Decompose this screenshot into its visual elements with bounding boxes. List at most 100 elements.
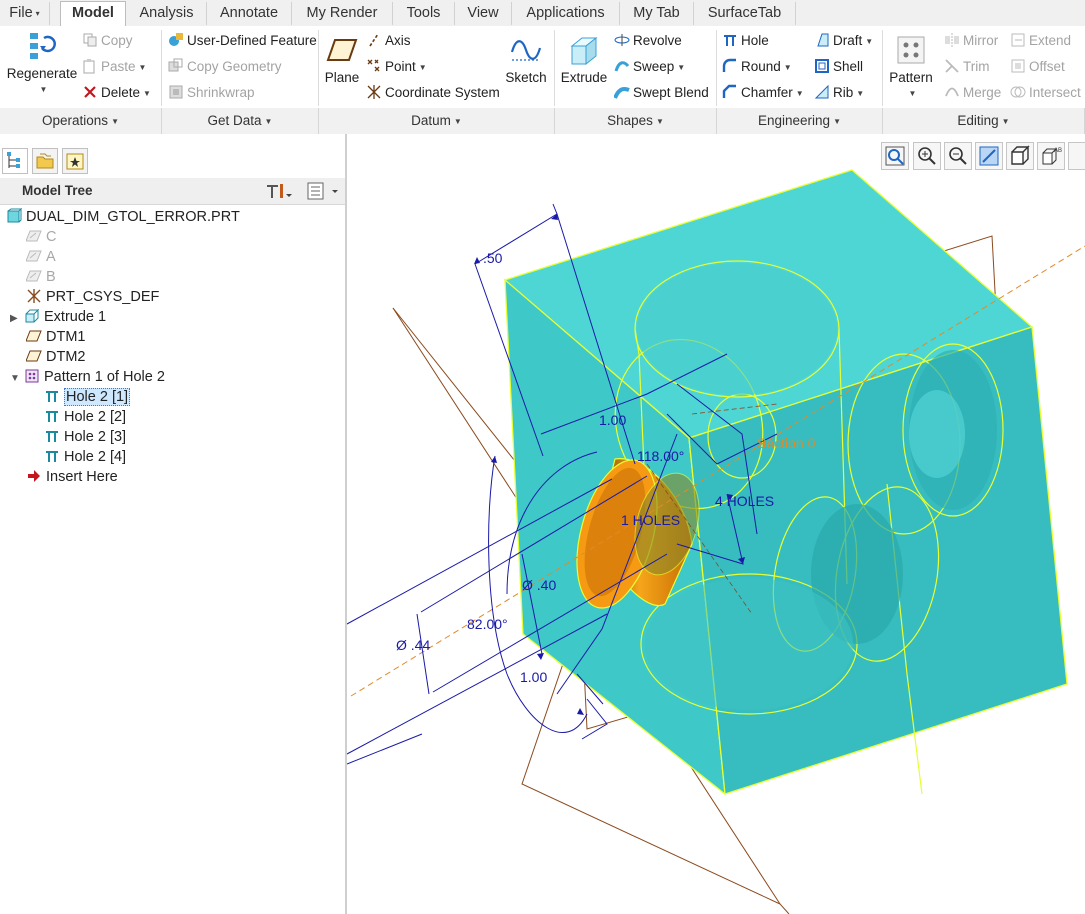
star-icon (66, 153, 84, 170)
extrude-button[interactable]: Extrude (558, 34, 610, 85)
pattern-icon (897, 36, 925, 64)
sweep-icon (614, 61, 630, 72)
regenerate-button[interactable]: Regenerate ▼ (6, 30, 78, 96)
revolve-button[interactable]: Revolve (614, 32, 682, 48)
insert-arrow-icon (28, 470, 40, 482)
model-canvas[interactable]: .50 1.00 118.00° Section 0 1 HOLES 4 HOL… (347, 134, 1085, 914)
sketch-button[interactable]: Sketch (503, 34, 549, 85)
intersect-button[interactable]: Intersect (1010, 84, 1081, 100)
extend-icon (1011, 33, 1025, 47)
sweep-button[interactable]: Sweep ▼ (614, 58, 685, 74)
tree-item-insert-here[interactable]: Insert Here (26, 467, 118, 487)
shell-icon (815, 59, 829, 73)
tree-item-extrude[interactable]: ▶ Extrude 1 (10, 307, 106, 327)
tree-show-button[interactable] (306, 182, 340, 209)
tab-file[interactable]: File ▾ (0, 2, 50, 25)
tree-item-csys[interactable]: PRT_CSYS_DEF (26, 287, 159, 307)
plane-button[interactable]: Plane (322, 34, 362, 85)
tab-surface-tab[interactable]: SurfaceTab (694, 2, 796, 25)
dim-82[interactable]: 82.00° (467, 616, 508, 632)
tab-my-tab[interactable]: My Tab (620, 2, 694, 25)
dim-1-00-top[interactable]: 1.00 (599, 412, 626, 428)
dim-50[interactable]: .50 (483, 250, 503, 266)
copy-geometry-button[interactable]: Copy Geometry (168, 58, 282, 74)
paste-icon (83, 59, 95, 74)
folder-icon (36, 153, 54, 169)
hole-icon (724, 35, 736, 46)
hole-button[interactable]: Hole (722, 32, 769, 48)
group-get-data[interactable]: Get Data ▼ (162, 108, 319, 134)
tab-applications[interactable]: Applications (512, 2, 620, 25)
tree-item-hole-3[interactable]: Hole 2 [3] (44, 427, 126, 447)
tree-item-datum-c[interactable]: C (26, 227, 56, 247)
paste-button[interactable]: Paste ▼ (82, 58, 146, 74)
hole-icon (46, 451, 58, 462)
datum-plane-icon (26, 270, 42, 282)
round-button[interactable]: Round ▼ (722, 58, 792, 74)
holes-4-note[interactable]: 4 HOLES (715, 493, 774, 509)
tree-item-datum-a[interactable]: A (26, 247, 56, 267)
group-engineering[interactable]: Engineering ▼ (717, 108, 883, 134)
tab-analysis[interactable]: Analysis (127, 2, 207, 25)
tree-item-datum-b[interactable]: B (26, 267, 56, 287)
point-button[interactable]: Point ▼ (366, 58, 427, 74)
dim-dia-44[interactable]: Ø .44 (396, 637, 430, 653)
group-operations[interactable]: Operations ▼ (0, 108, 162, 134)
dim-118[interactable]: 118.00° (637, 448, 684, 464)
group-datum[interactable]: Datum ▼ (319, 108, 555, 134)
tab-my-render[interactable]: My Render (292, 2, 393, 25)
tab-annotate[interactable]: Annotate (207, 2, 292, 25)
hole-icon (46, 431, 58, 442)
draft-button[interactable]: Draft ▼ (814, 32, 873, 48)
tree-item-dtm2[interactable]: DTM2 (26, 347, 85, 367)
tab-view[interactable]: View (455, 2, 512, 25)
offset-icon (1011, 59, 1025, 73)
tab-model[interactable]: Model (60, 1, 126, 26)
graphics-window[interactable]: AB .50 1.00 118.00° Section 0 1 HOLES 4 … (347, 134, 1085, 914)
part-icon (7, 208, 22, 223)
list-icon (307, 182, 338, 200)
merge-icon (945, 87, 959, 97)
dim-1-00-bottom[interactable]: 1.00 (520, 669, 547, 685)
model-tree-tab[interactable] (2, 148, 28, 174)
group-shapes[interactable]: Shapes ▼ (555, 108, 717, 134)
trim-button[interactable]: Trim (944, 58, 990, 74)
collapse-arrow-icon[interactable]: ▼ (10, 369, 24, 389)
coordinate-system-button[interactable]: Coordinate System (366, 84, 500, 100)
group-editing[interactable]: Editing ▼ (883, 108, 1085, 134)
tree-item-part[interactable]: DUAL_DIM_GTOL_ERROR.PRT (6, 207, 240, 227)
tree-item-hole-2[interactable]: Hole 2 [2] (44, 407, 126, 427)
chamfer-button[interactable]: Chamfer ▼ (722, 84, 804, 100)
merge-button[interactable]: Merge (944, 84, 1001, 100)
datum-plane-icon (26, 350, 42, 362)
favorites-tab[interactable] (62, 148, 88, 174)
delete-button[interactable]: Delete ▼ (82, 84, 151, 100)
tab-tools[interactable]: Tools (393, 2, 455, 25)
offset-button[interactable]: Offset (1010, 58, 1065, 74)
ribbon-tabs: File ▾ Model Analysis Annotate My Render … (0, 0, 1085, 27)
folder-browser-tab[interactable] (32, 148, 58, 174)
tree-item-hole-4[interactable]: Hole 2 [4] (44, 447, 126, 467)
axis-icon (369, 33, 379, 47)
rib-button[interactable]: Rib ▼ (814, 84, 864, 100)
expand-arrow-icon[interactable]: ▶ (10, 309, 24, 329)
intersect-icon (1010, 86, 1026, 98)
shell-button[interactable]: Shell (814, 58, 863, 74)
holes-1-note[interactable]: 1 HOLES (621, 512, 680, 528)
tree-settings-button[interactable] (264, 182, 294, 209)
tree-item-dtm1[interactable]: DTM1 (26, 327, 85, 347)
shrinkwrap-button[interactable]: Shrinkwrap (168, 84, 255, 100)
user-defined-feature-button[interactable]: User-Defined Feature (168, 32, 317, 48)
tree-item-hole-1[interactable]: Hole 2 [1] (44, 387, 131, 407)
regenerate-icon (30, 33, 56, 59)
copy-icon (83, 33, 97, 47)
extend-button[interactable]: Extend (1010, 32, 1071, 48)
mirror-button[interactable]: Mirror (944, 32, 998, 48)
section-label[interactable]: Section 0 (757, 435, 816, 451)
axis-button[interactable]: Axis (366, 32, 411, 48)
dim-dia-40[interactable]: Ø .40 (522, 577, 556, 593)
copy-button[interactable]: Copy (82, 32, 133, 48)
swept-blend-button[interactable]: Swept Blend (614, 84, 709, 100)
pattern-button[interactable]: Pattern ▼ (886, 34, 936, 100)
tree-item-pattern[interactable]: ▼ Pattern 1 of Hole 2 (10, 367, 165, 387)
